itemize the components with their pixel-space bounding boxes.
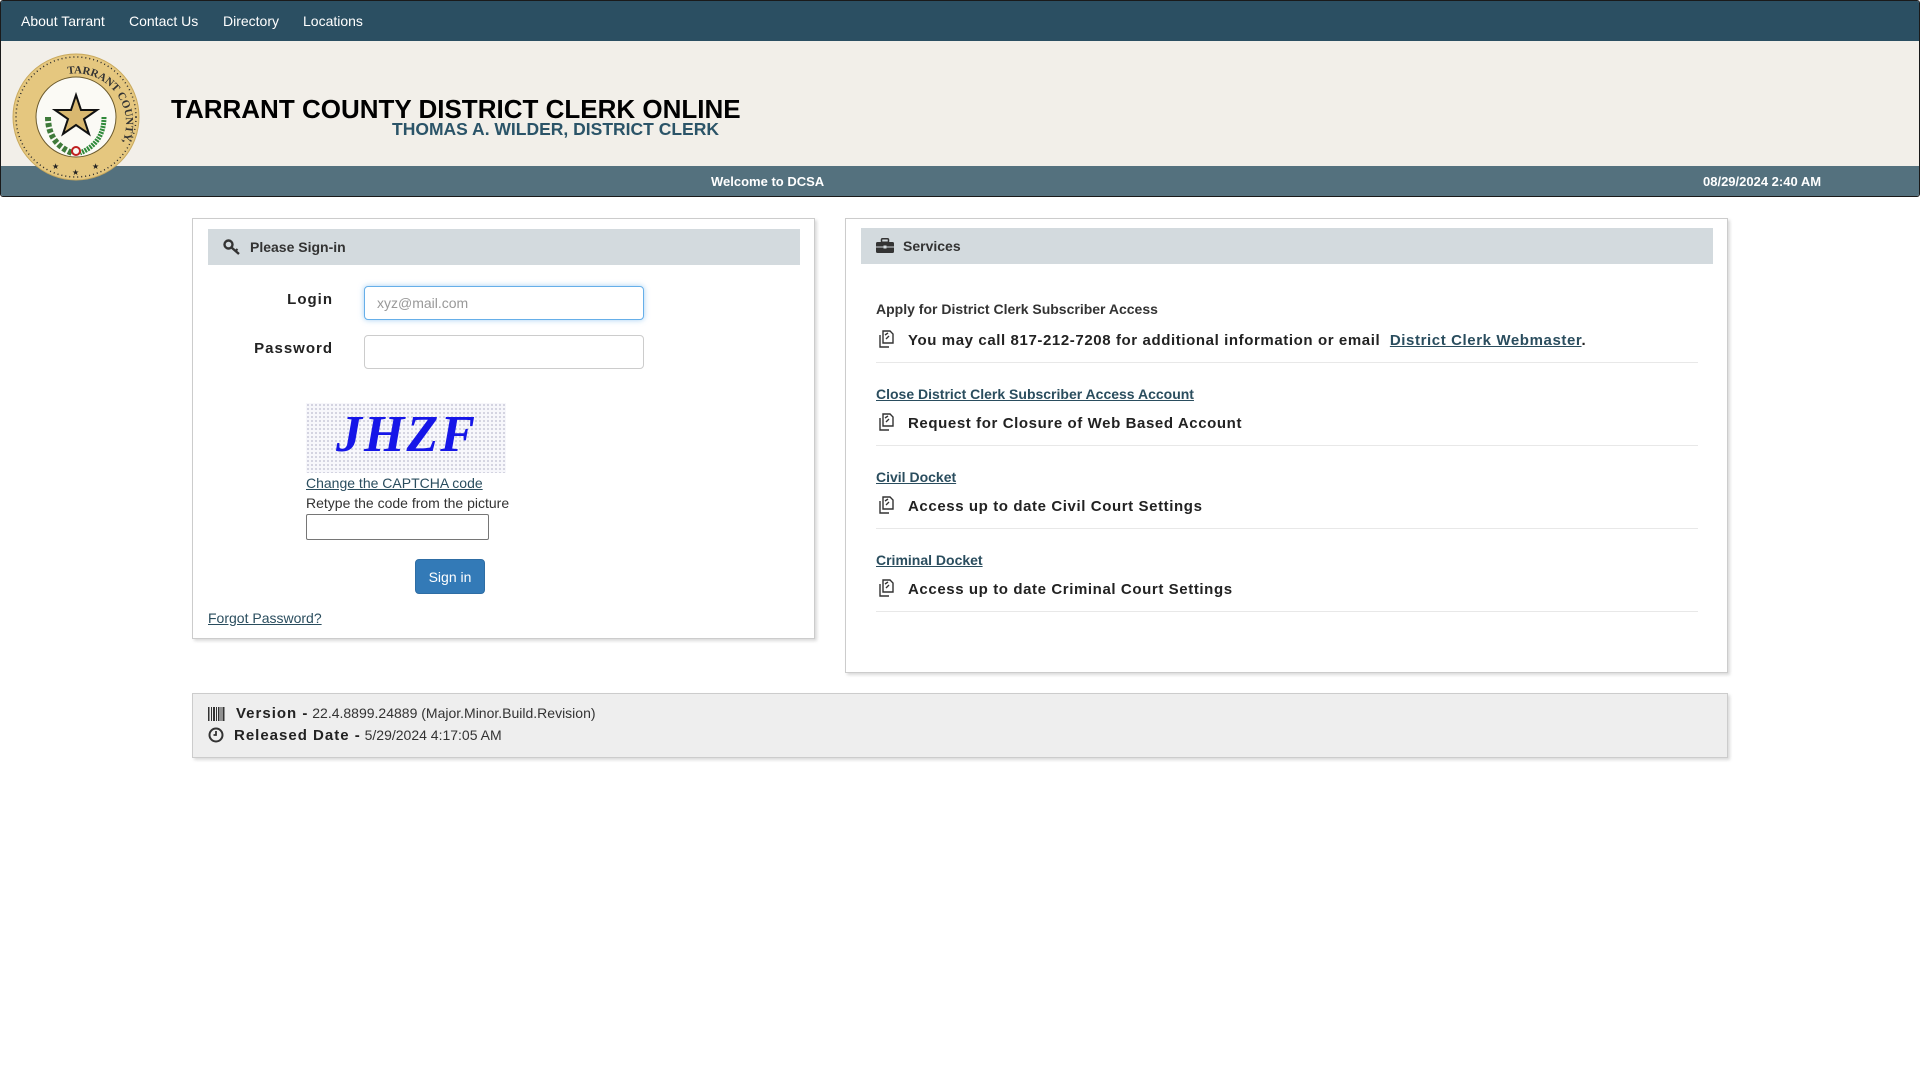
version-label: Version - <box>236 705 309 722</box>
svg-text:★: ★ <box>52 162 59 171</box>
version-panel: Version - 22.4.8899.24889 (Major.Minor.B… <box>192 693 1728 758</box>
key-icon <box>223 239 240 255</box>
banner: TARRANT COUNTY, TEXAS ★ ★ ★ TARRANT COUN… <box>1 41 1919 181</box>
change-captcha-link[interactable]: Change the CAPTCHA code <box>306 475 483 491</box>
service-link-close-account[interactable]: Close District Clerk Subscriber Access A… <box>876 386 1194 402</box>
services-heading: Services <box>903 238 961 254</box>
divider <box>876 611 1698 612</box>
service-link-civil-docket[interactable]: Civil Docket <box>876 469 956 485</box>
released-value: 5/29/2024 4:17:05 AM <box>364 727 502 743</box>
captcha-code: JHZF <box>336 406 477 463</box>
clock-icon <box>208 727 224 743</box>
divider <box>876 362 1698 363</box>
forgot-password-link[interactable]: Forgot Password? <box>208 610 322 626</box>
login-input[interactable] <box>364 286 644 320</box>
version-line: Version - 22.4.8899.24889 (Major.Minor.B… <box>208 705 596 722</box>
service-desc-criminal-docket: Access up to date Criminal Court Setting… <box>876 578 1233 598</box>
nav-contact-us[interactable]: Contact Us <box>129 1 198 41</box>
site-subtitle: THOMAS A. WILDER, DISTRICT CLERK <box>392 119 719 139</box>
divider <box>876 445 1698 446</box>
released-label: Released Date - <box>234 727 361 744</box>
password-label: Password <box>254 340 333 357</box>
service-desc-civil-docket: Access up to date Civil Court Settings <box>876 495 1203 515</box>
svg-text:★: ★ <box>72 168 79 177</box>
login-label: Login <box>287 291 333 308</box>
svg-text:★: ★ <box>92 162 99 171</box>
service-desc-close-account: Request for Closure of Web Based Account <box>876 412 1242 432</box>
nav-locations[interactable]: Locations <box>303 1 363 41</box>
county-seal-logo: TARRANT COUNTY, TEXAS ★ ★ ★ <box>12 53 140 181</box>
nav-about-tarrant[interactable]: About Tarrant <box>21 1 105 41</box>
captcha-image: JHZF <box>306 403 506 473</box>
version-value: 22.4.8899.24889 (Major.Minor.Build.Revis… <box>312 705 596 721</box>
top-nav: About Tarrant Contact Us Directory Locat… <box>1 1 1919 41</box>
service-desc-apply: You may call 817-212-7208 for additional… <box>876 329 1586 349</box>
sign-in-button[interactable]: Sign in <box>415 559 485 594</box>
copy-icon <box>879 413 894 431</box>
welcome-text: Welcome to DCSA <box>711 174 825 189</box>
divider <box>876 528 1698 529</box>
password-input[interactable] <box>364 335 644 369</box>
barcode-icon <box>208 707 225 721</box>
copy-icon <box>879 496 894 514</box>
services-panel: Services Apply for District Clerk Subscr… <box>845 218 1728 673</box>
signin-heading: Please Sign-in <box>250 239 346 255</box>
district-clerk-webmaster-link[interactable]: District Clerk Webmaster <box>1390 332 1582 349</box>
signin-panel: Please Sign-in Login Password JHZF Chang… <box>192 218 815 639</box>
captcha-hint: Retype the code from the picture <box>306 495 510 511</box>
released-date-line: Released Date - 5/29/2024 4:17:05 AM <box>208 727 502 744</box>
welcome-bar: Welcome to DCSA 08/29/2024 2:40 AM <box>1 166 1919 196</box>
page-header: About Tarrant Contact Us Directory Locat… <box>0 0 1920 197</box>
signin-panel-header: Please Sign-in <box>208 229 800 265</box>
copy-icon <box>879 579 894 597</box>
current-datetime: 08/29/2024 2:40 AM <box>1703 174 1822 189</box>
copy-icon <box>879 330 894 348</box>
services-panel-header: Services <box>861 228 1713 264</box>
service-link-criminal-docket[interactable]: Criminal Docket <box>876 552 983 568</box>
nav-directory[interactable]: Directory <box>223 1 279 41</box>
briefcase-icon <box>876 238 894 253</box>
service-title-apply: Apply for District Clerk Subscriber Acce… <box>876 301 1158 317</box>
captcha-input[interactable] <box>306 514 489 540</box>
